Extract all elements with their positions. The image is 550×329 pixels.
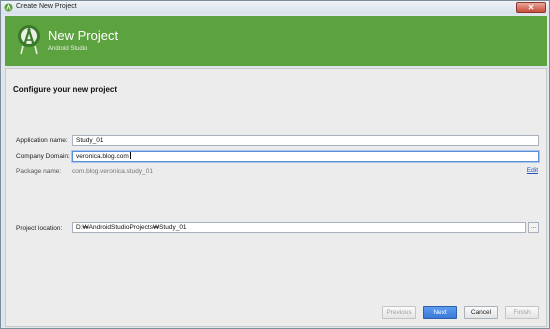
application-name-label: Application name: bbox=[16, 137, 68, 144]
company-domain-value: veronica.blog.com bbox=[76, 153, 129, 160]
application-name-field[interactable]: Study_01 bbox=[72, 135, 539, 146]
next-button[interactable]: Next bbox=[423, 306, 457, 319]
previous-button[interactable]: Previous bbox=[382, 306, 416, 319]
dialog-window: Create New Project ✕ New Project Android… bbox=[0, 0, 550, 329]
header-subtitle: Android Studio bbox=[48, 46, 88, 52]
edit-package-link[interactable]: Edit bbox=[527, 167, 538, 174]
application-name-value: Study_01 bbox=[76, 137, 104, 144]
company-domain-label: Company Domain: bbox=[16, 153, 70, 160]
project-location-value: D:₩AndroidStudioProjects₩Study_01 bbox=[76, 224, 187, 231]
android-studio-icon bbox=[4, 3, 13, 12]
title-bar: Create New Project ✕ bbox=[1, 1, 549, 14]
company-domain-field[interactable]: veronica.blog.com bbox=[72, 151, 539, 162]
package-name-value: com.blog.veronica.study_01 bbox=[72, 168, 153, 175]
section-title: Configure your new project bbox=[13, 85, 118, 94]
close-button[interactable]: ✕ bbox=[516, 2, 546, 13]
project-location-label: Project location: bbox=[16, 225, 63, 232]
package-name-label: Package name: bbox=[16, 168, 62, 175]
header-title: New Project bbox=[48, 28, 119, 43]
configure-panel: Configure your new project Application n… bbox=[5, 68, 547, 327]
project-location-field[interactable]: D:₩AndroidStudioProjects₩Study_01 bbox=[72, 222, 526, 233]
browse-button[interactable]: ... bbox=[528, 222, 539, 233]
text-caret bbox=[129, 152, 131, 159]
cancel-button[interactable]: Cancel bbox=[464, 306, 498, 319]
window-title: Create New Project bbox=[16, 3, 77, 10]
finish-button[interactable]: Finish bbox=[505, 306, 539, 319]
android-studio-logo-icon bbox=[18, 25, 40, 55]
header-banner: New Project Android Studio bbox=[5, 16, 547, 66]
close-icon: ✕ bbox=[527, 3, 535, 12]
